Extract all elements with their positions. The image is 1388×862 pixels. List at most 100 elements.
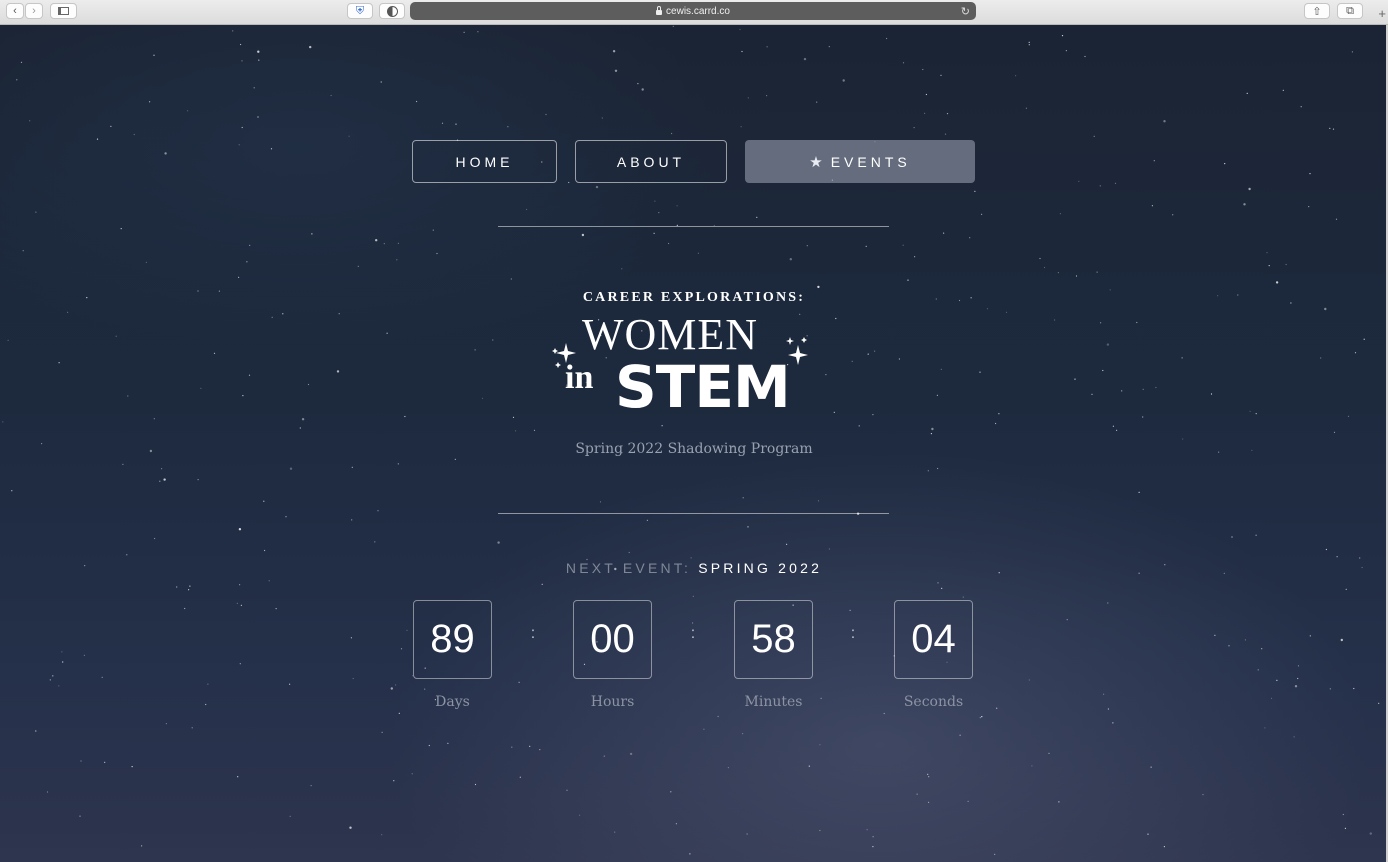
star-dot xyxy=(1261,648,1263,650)
star-dot xyxy=(690,557,692,559)
star-dot xyxy=(309,45,312,49)
star-dot xyxy=(1210,393,1213,395)
star-dot xyxy=(213,352,216,354)
star-dot xyxy=(1243,203,1246,206)
star-dot xyxy=(668,242,670,245)
star-dot xyxy=(931,427,934,431)
sidebar-button[interactable] xyxy=(50,3,77,19)
star-dot xyxy=(1246,92,1248,94)
star-dot xyxy=(188,589,190,591)
nav-home-label: HOME xyxy=(455,153,514,170)
star-dot xyxy=(692,595,694,597)
star-dot xyxy=(1015,75,1017,77)
star-dot xyxy=(165,723,167,725)
back-button[interactable]: ‹ xyxy=(6,3,24,19)
star-dot xyxy=(1114,182,1117,184)
privacy-button[interactable] xyxy=(379,3,405,19)
new-tab-icon[interactable]: + xyxy=(1378,6,1386,21)
next-event-heading: NEXT EVENT: SPRING 2022 xyxy=(0,560,1386,576)
star-dot xyxy=(1058,801,1060,803)
countdown-separator: : xyxy=(850,625,856,642)
countdown-seconds-label: Seconds xyxy=(903,694,964,710)
star-dot xyxy=(519,776,521,778)
star-dot xyxy=(1244,639,1246,641)
star-dot xyxy=(1347,415,1350,417)
address-bar[interactable]: cewis.carrd.co ↻ xyxy=(410,2,976,20)
star-dot xyxy=(1096,271,1098,273)
star-dot xyxy=(996,707,998,709)
star-dot xyxy=(239,663,241,665)
logo-stem-text: STEM xyxy=(615,353,791,421)
star-dot xyxy=(463,31,465,33)
star-dot xyxy=(828,46,830,48)
countdown-separator: : xyxy=(530,625,536,642)
star-dot xyxy=(1028,679,1030,681)
star-dot xyxy=(1309,635,1311,637)
star-dot xyxy=(348,135,350,137)
star-dot xyxy=(83,654,85,656)
sidebar-icon xyxy=(58,7,69,15)
shield-extension-button[interactable]: ⛨ xyxy=(347,3,373,19)
star-dot xyxy=(49,679,51,681)
star-dot xyxy=(393,780,395,782)
nav-about-button[interactable]: ABOUT xyxy=(575,140,727,183)
star-dot xyxy=(289,683,291,685)
star-dot xyxy=(1329,688,1331,690)
star-dot xyxy=(301,418,305,421)
star-dot xyxy=(338,313,340,315)
star-dot xyxy=(110,125,112,127)
star-dot xyxy=(381,731,383,733)
star-dot xyxy=(400,648,403,650)
star-dot xyxy=(238,144,240,146)
share-button[interactable]: ⇧ xyxy=(1304,3,1330,19)
star-dot xyxy=(959,734,961,736)
forward-button[interactable]: › xyxy=(25,3,43,19)
star-dot xyxy=(849,609,851,612)
nav-home-button[interactable]: HOME xyxy=(412,140,557,183)
star-dot xyxy=(924,112,926,114)
star-dot xyxy=(689,853,691,855)
countdown-minutes-box: 58 xyxy=(734,600,813,679)
divider-top xyxy=(498,226,889,227)
star-dot xyxy=(658,212,660,214)
star-dot xyxy=(357,265,359,267)
star-dot xyxy=(672,25,674,27)
star-dot xyxy=(922,68,924,71)
star-dot xyxy=(612,50,616,53)
star-dot xyxy=(263,500,265,502)
star-dot xyxy=(191,727,193,729)
star-dot xyxy=(285,516,287,518)
star-dot xyxy=(946,113,949,115)
page-content: HOME ABOUT ★ EVENTS CAREER EXPLORATIONS:… xyxy=(0,25,1388,862)
star-dot xyxy=(742,733,744,735)
star-dot xyxy=(941,587,943,590)
star-dot xyxy=(653,232,655,234)
star-dot xyxy=(756,216,758,218)
countdown-seconds-value: 04 xyxy=(911,617,956,661)
star-dot xyxy=(581,233,585,237)
star-dot xyxy=(599,501,602,503)
nav-events-button[interactable]: ★ EVENTS xyxy=(745,140,975,183)
star-dot xyxy=(872,414,874,416)
star-dot xyxy=(271,316,273,318)
star-dot xyxy=(35,730,37,732)
reload-icon[interactable]: ↻ xyxy=(961,5,970,18)
star-dot xyxy=(867,353,869,355)
star-dot xyxy=(1107,602,1109,604)
star-dot xyxy=(1300,106,1302,108)
star-dot xyxy=(808,765,810,767)
star-dot xyxy=(257,116,259,118)
star-dot xyxy=(747,526,749,528)
star-dot xyxy=(629,752,633,756)
star-dot xyxy=(568,181,570,184)
star-dot xyxy=(432,229,434,231)
star-dot xyxy=(1031,765,1033,767)
star-dot xyxy=(981,716,983,718)
star-dot xyxy=(969,237,971,239)
star-dot xyxy=(913,127,915,129)
star-dot xyxy=(1294,685,1298,688)
star-dot xyxy=(1336,556,1338,558)
star-dot xyxy=(1255,534,1257,536)
tabs-overview-button[interactable]: ⧉ xyxy=(1337,3,1363,19)
star-dot xyxy=(1214,634,1216,636)
